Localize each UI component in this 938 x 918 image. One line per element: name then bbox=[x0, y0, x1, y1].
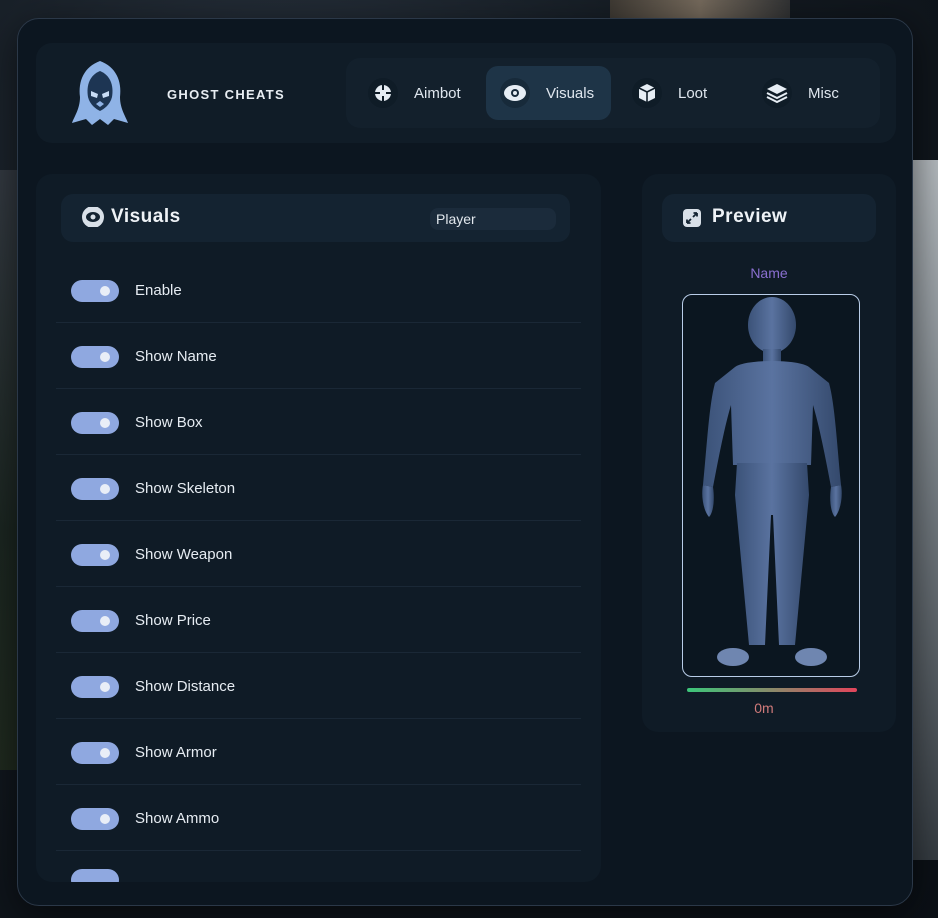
preview-title: Preview bbox=[712, 206, 788, 227]
visuals-options-list: Enable Show Name Show Box Show Skeleton … bbox=[56, 257, 581, 851]
show-box-toggle[interactable] bbox=[71, 412, 119, 434]
option-row-show-weapon: Show Weapon bbox=[56, 521, 581, 587]
option-row-show-name: Show Name bbox=[56, 323, 581, 389]
preview-panel-header: Preview bbox=[662, 194, 876, 242]
option-label: Show Ammo bbox=[135, 810, 220, 827]
option-row-enable: Enable bbox=[56, 257, 581, 323]
cheat-menu-window: GHOST CHEATS Aimbot Visuals Loot Misc Vi… bbox=[17, 18, 913, 906]
show-distance-toggle[interactable] bbox=[71, 676, 119, 698]
ghost-hood-icon bbox=[68, 57, 132, 129]
option-label: Show Distance bbox=[135, 678, 236, 695]
tab-visuals[interactable]: Visuals bbox=[486, 66, 611, 120]
box-icon bbox=[632, 78, 662, 108]
layers-icon bbox=[762, 78, 792, 108]
distance-bar bbox=[687, 688, 857, 692]
visuals-panel: Visuals Player Enable Show Name Show Box… bbox=[36, 174, 601, 882]
option-label: Show Price bbox=[135, 612, 211, 629]
crosshair-icon bbox=[368, 78, 398, 108]
option-row-show-box: Show Box bbox=[56, 389, 581, 455]
expand-icon bbox=[682, 208, 702, 233]
enable-toggle[interactable] bbox=[71, 280, 119, 302]
tab-label: Visuals bbox=[546, 84, 595, 102]
tab-loot[interactable]: Loot bbox=[618, 66, 738, 120]
tab-label: Misc bbox=[808, 84, 839, 102]
option-label: Enable bbox=[135, 282, 182, 299]
option-row-show-distance: Show Distance bbox=[56, 653, 581, 719]
next-option-toggle[interactable] bbox=[71, 869, 119, 882]
option-row-show-price: Show Price bbox=[56, 587, 581, 653]
option-label: Show Weapon bbox=[135, 546, 233, 563]
tab-aimbot[interactable]: Aimbot bbox=[354, 66, 484, 120]
option-label: Show Name bbox=[135, 348, 217, 365]
eye-icon bbox=[81, 206, 105, 232]
brand-name: GHOST CHEATS bbox=[167, 87, 285, 102]
option-label: Show Armor bbox=[135, 744, 217, 761]
target-select[interactable]: Player bbox=[430, 208, 556, 230]
tab-label: Loot bbox=[678, 84, 708, 102]
show-skeleton-toggle[interactable] bbox=[71, 478, 119, 500]
show-weapon-toggle[interactable] bbox=[71, 544, 119, 566]
option-row-show-skeleton: Show Skeleton bbox=[56, 455, 581, 521]
show-price-toggle[interactable] bbox=[71, 610, 119, 632]
header-bar: GHOST CHEATS Aimbot Visuals Loot Misc bbox=[36, 43, 896, 143]
tab-misc[interactable]: Misc bbox=[748, 66, 873, 120]
esp-box bbox=[682, 294, 860, 677]
preview-panel: Preview Name 0m bbox=[642, 174, 896, 732]
option-label: Show Skeleton bbox=[135, 480, 236, 497]
distance-label: 0m bbox=[754, 700, 774, 716]
show-name-toggle[interactable] bbox=[71, 346, 119, 368]
character-model bbox=[702, 297, 842, 666]
option-row-show-armor: Show Armor bbox=[56, 719, 581, 785]
esp-name-label: Name bbox=[750, 265, 788, 281]
visuals-panel-header: Visuals Player bbox=[61, 194, 570, 242]
tab-label: Aimbot bbox=[414, 84, 461, 102]
option-row-show-ammo: Show Ammo bbox=[56, 785, 581, 851]
panel-title: Visuals bbox=[111, 206, 181, 227]
show-armor-toggle[interactable] bbox=[71, 742, 119, 764]
show-ammo-toggle[interactable] bbox=[71, 808, 119, 830]
eye-icon bbox=[500, 78, 530, 108]
main-tabs: Aimbot Visuals Loot Misc bbox=[346, 58, 880, 128]
option-label: Show Box bbox=[135, 414, 203, 431]
